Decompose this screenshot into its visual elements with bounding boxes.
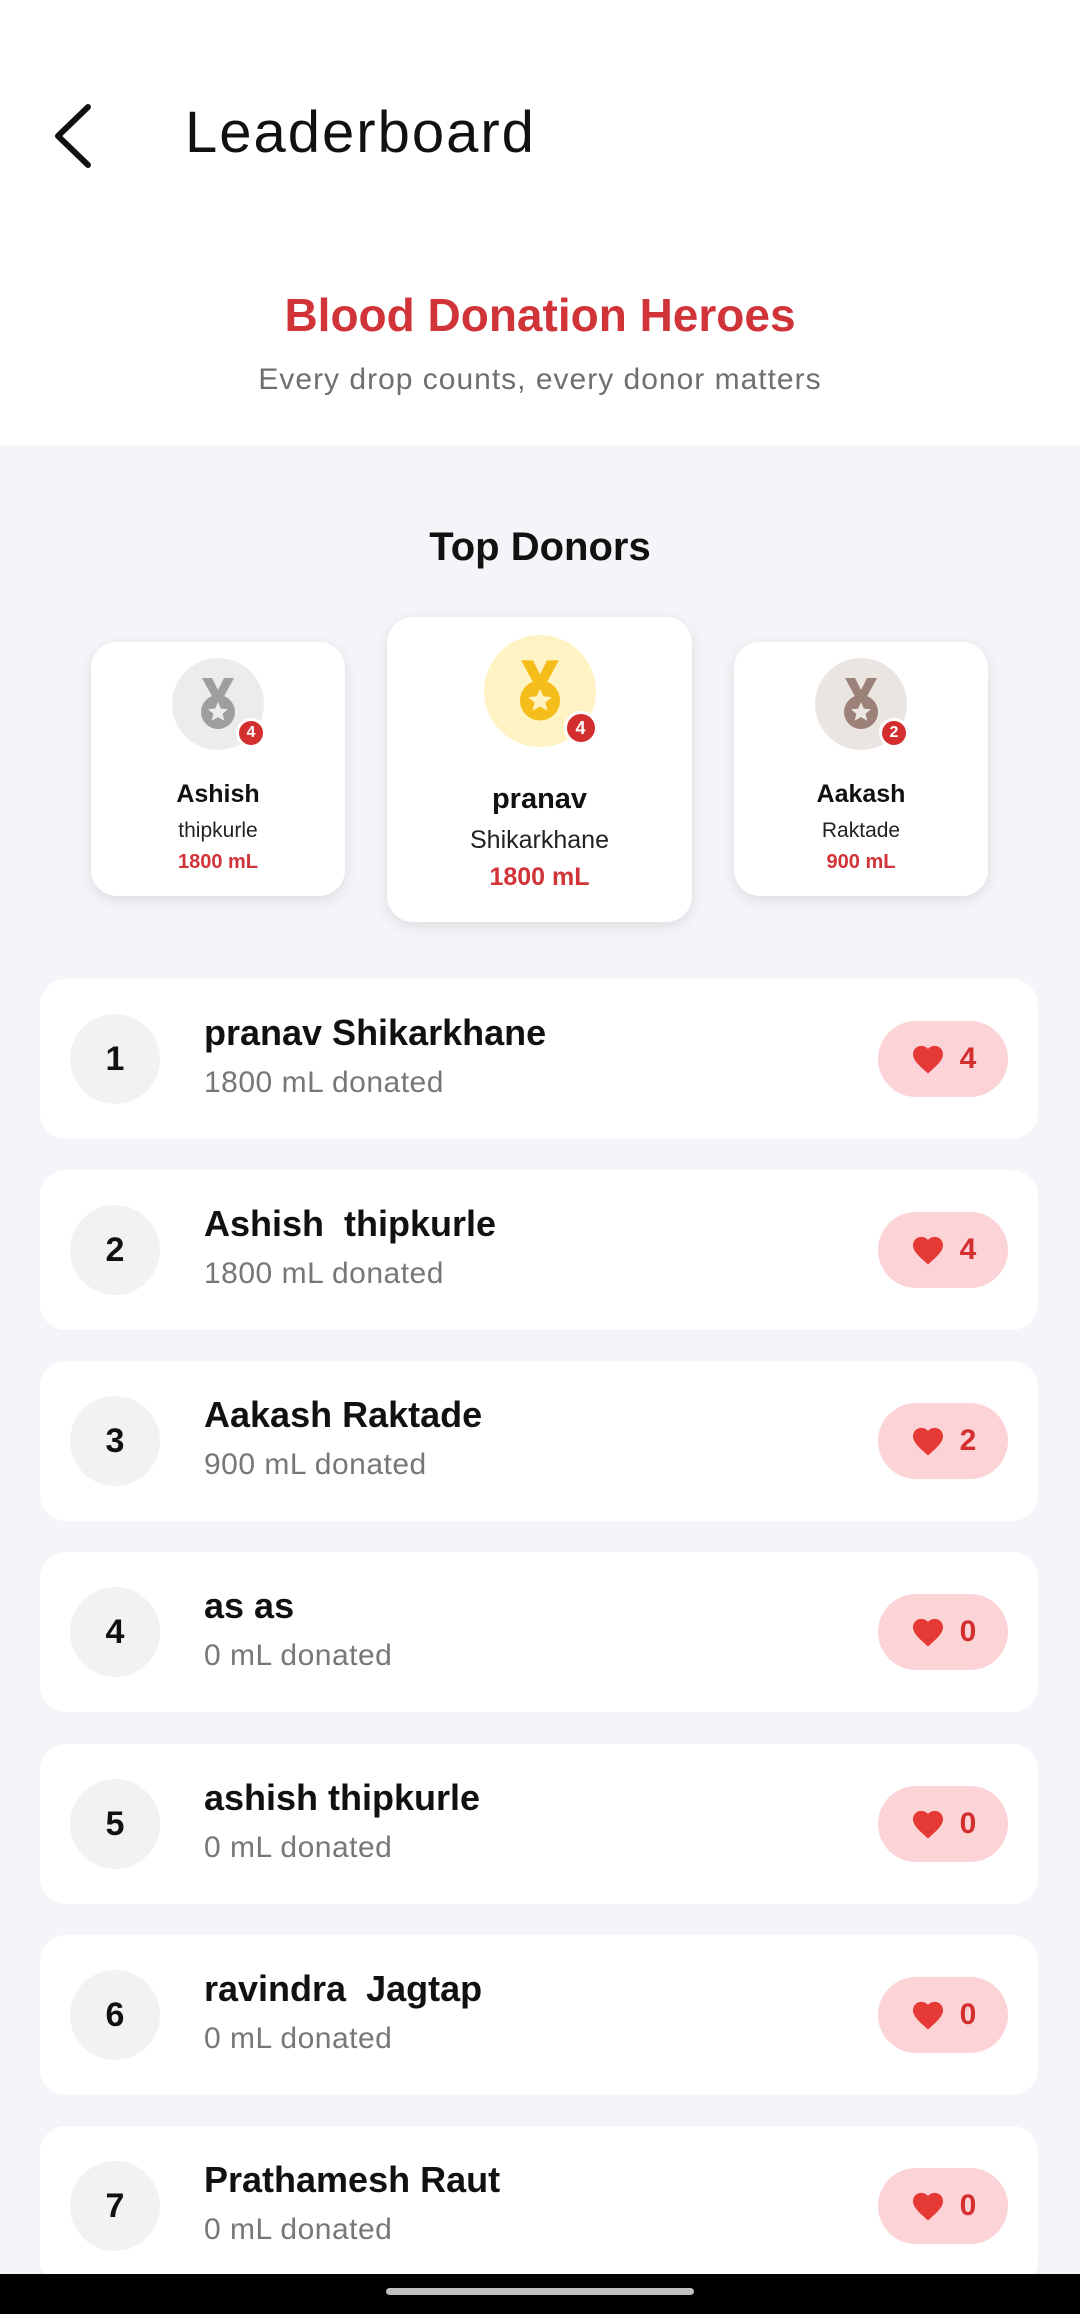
system-navigation-bar (0, 2274, 1080, 2314)
donation-count: 4 (959, 1042, 977, 1075)
hero-subtitle: Every drop counts, every donor matters (258, 363, 822, 396)
donated-amount: 0 mL donated (204, 1831, 393, 1864)
donation-count-pill[interactable]: 2 (878, 1403, 1008, 1479)
page-title: Leaderboard (185, 100, 536, 165)
donation-count: 4 (959, 1233, 977, 1266)
donation-count-pill[interactable]: 4 (878, 1212, 1008, 1288)
gesture-handle[interactable] (386, 2288, 694, 2295)
heart-icon (912, 2192, 943, 2221)
donated-amount: 0 mL donated (204, 1639, 393, 1672)
donation-count-pill[interactable]: 0 (878, 1786, 1008, 1862)
donor-volume: 900 mL (826, 851, 896, 873)
donation-count: 0 (959, 2189, 977, 2222)
donated-amount: 0 mL donated (204, 2022, 393, 2055)
donor-last-name: Shikarkhane (470, 826, 609, 854)
leaderboard-row[interactable]: 2 Ashish thipkurle 1800 mL donated 4 (40, 1170, 1038, 1330)
donor-name: Prathamesh Raut (204, 2159, 501, 2200)
hero-title: Blood Donation Heroes (284, 289, 796, 341)
podium-card-second[interactable]: 4 Ashish thipkurle 1800 mL (91, 642, 345, 896)
donation-count-pill[interactable]: 4 (878, 1021, 1008, 1097)
rank-badge: 7 (70, 2161, 160, 2251)
donation-count: 0 (959, 1807, 977, 1840)
donated-amount: 900 mL donated (204, 1448, 427, 1481)
back-button[interactable] (40, 96, 104, 176)
donor-last-name: Raktade (821, 819, 901, 842)
silver-medal-icon (201, 678, 235, 729)
donated-amount: 0 mL donated (204, 2213, 393, 2246)
donor-volume: 1800 mL (489, 863, 590, 891)
rank-badge: 3 (70, 1396, 160, 1486)
leaderboard-row[interactable]: 4 as as 0 mL donated 0 (40, 1552, 1038, 1712)
donation-count-badge: 2 (879, 718, 909, 748)
donor-first-name: pranav (491, 783, 588, 815)
donation-count: 2 (959, 1424, 977, 1457)
bronze-medal-icon (844, 678, 878, 729)
leaderboard-row[interactable]: 1 pranav Shikarkhane 1800 mL donated 4 (40, 979, 1038, 1139)
rank-badge: 2 (70, 1205, 160, 1295)
rank-badge: 5 (70, 1779, 160, 1869)
donor-first-name: Aakash (816, 780, 906, 808)
medal-circle: 4 (483, 635, 598, 747)
gold-medal-icon (519, 660, 560, 721)
heart-icon (912, 1427, 943, 1456)
leaderboard-row[interactable]: 6 ravindra Jagtap 0 mL donated 0 (40, 1935, 1038, 2095)
donor-name: ashish thipkurle (204, 1777, 481, 1818)
rank-badge: 4 (70, 1587, 160, 1677)
donation-count-badge: 4 (236, 718, 266, 748)
heart-icon (912, 1236, 943, 1265)
medal-circle: 2 (815, 658, 909, 750)
donor-name: Ashish thipkurle (204, 1203, 497, 1244)
donated-amount: 1800 mL donated (204, 1257, 444, 1290)
leaderboard-row[interactable]: 3 Aakash Raktade 900 mL donated 2 (40, 1361, 1038, 1521)
leaderboard-row[interactable]: 5 ashish thipkurle 0 mL donated 0 (40, 1744, 1038, 1904)
donor-name: pranav Shikarkhane (204, 1012, 547, 1053)
donor-name: Aakash Raktade (204, 1394, 483, 1435)
donation-count: 0 (959, 1615, 977, 1648)
podium-card-first[interactable]: 4 pranav Shikarkhane 1800 mL (387, 617, 692, 922)
podium-card-third[interactable]: 2 Aakash Raktade 900 mL (734, 642, 988, 896)
leaderboard-row[interactable]: 7 Prathamesh Raut 0 mL donated 0 (40, 2126, 1038, 2286)
donor-name: ravindra Jagtap (204, 1968, 483, 2009)
donation-count-pill[interactable]: 0 (878, 1594, 1008, 1670)
donation-count-badge: 4 (563, 711, 598, 745)
header: Leaderboard Blood Donation Heroes Every … (0, 0, 1080, 445)
medal-circle: 4 (172, 658, 266, 750)
donation-count: 0 (959, 1998, 977, 2031)
heart-icon (912, 2001, 943, 2030)
heart-icon (912, 1810, 943, 1839)
top-donors-title: Top Donors (429, 525, 651, 569)
chevron-left-icon (55, 104, 91, 168)
rank-badge: 6 (70, 1970, 160, 2060)
donor-last-name: thipkurle (178, 819, 258, 842)
donation-count-pill[interactable]: 0 (878, 1977, 1008, 2053)
donation-count-pill[interactable]: 0 (878, 2168, 1008, 2244)
heart-icon (912, 1618, 943, 1647)
donated-amount: 1800 mL donated (204, 1066, 444, 1099)
heart-icon (912, 1045, 943, 1074)
donor-name: as as (204, 1585, 295, 1626)
donor-first-name: Ashish (176, 780, 260, 808)
donor-volume: 1800 mL (177, 851, 259, 873)
rank-badge: 1 (70, 1014, 160, 1104)
